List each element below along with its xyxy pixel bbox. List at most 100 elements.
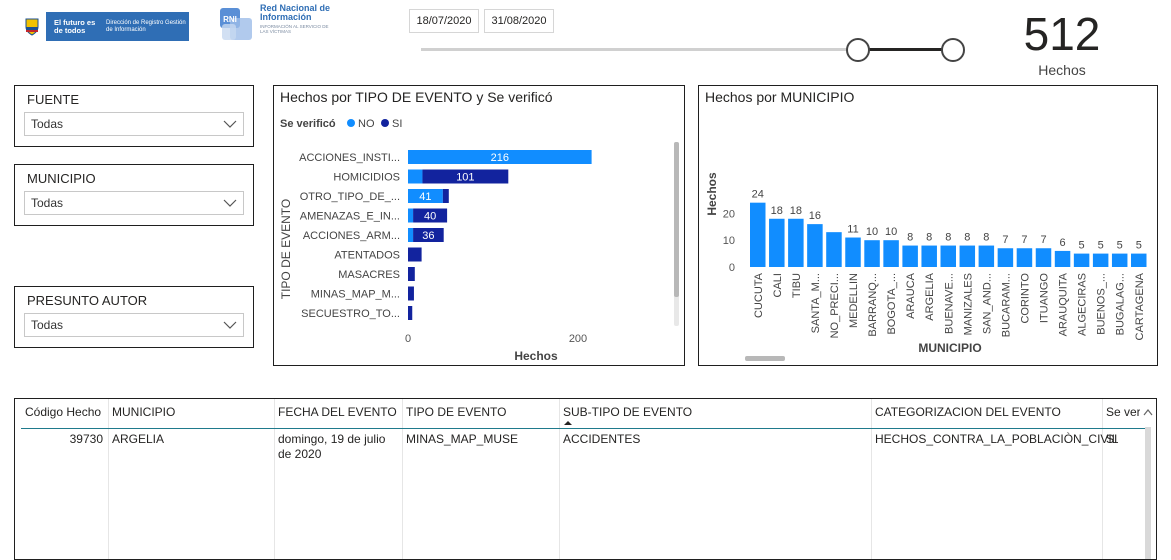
- gov-logo: El futuro es de todos Dirección de Regis…: [18, 12, 189, 41]
- category-label: CALI: [772, 273, 784, 297]
- bar: [921, 245, 937, 267]
- data-label: 24: [752, 189, 764, 201]
- category-label: MINAS_MAP_M...: [311, 289, 400, 301]
- chart-tipo-evento: Hechos por TIPO DE EVENTO y Se verificó …: [279, 89, 679, 363]
- table-scrollbar[interactable]: [1145, 427, 1151, 559]
- data-label: 101: [456, 172, 474, 184]
- bar: [902, 245, 918, 267]
- category-label: ARGELIA: [924, 272, 936, 320]
- legend-si-label: SI: [392, 118, 402, 130]
- column-header-subtipo[interactable]: SUB-TIPO DE EVENTO: [563, 405, 692, 419]
- dropdown-value: Todas: [31, 318, 64, 332]
- fuente-dropdown[interactable]: Todas: [24, 112, 244, 136]
- slicer-title: MUNICIPIO: [27, 171, 96, 186]
- data-label: 16: [809, 210, 821, 222]
- chart-municipio-panel: Hechos por MUNICIPIO 0 10 20 24 18 18 16 11 10 1…: [698, 85, 1158, 366]
- table-row[interactable]: 39730 ARGELIA domingo, 19 de julio de 20…: [15, 429, 1145, 469]
- date-slider-start-handle[interactable]: [846, 38, 870, 62]
- date-slider-range: [858, 48, 954, 51]
- date-slider-end-handle[interactable]: [941, 38, 965, 62]
- data-label: 7: [1040, 234, 1046, 246]
- cell-municipio: ARGELIA: [112, 432, 165, 446]
- presunto-autor-dropdown[interactable]: Todas: [24, 313, 244, 337]
- category-label: AMENAZAS_E_IN...: [300, 211, 400, 223]
- category-label: SECUESTRO_TO...: [301, 308, 400, 320]
- column-header-categorizacion[interactable]: CATEGORIZACION DEL EVENTO: [875, 405, 1061, 419]
- data-label: 8: [926, 232, 932, 244]
- category-label: BUENAVE...: [943, 273, 955, 334]
- category-label: OTRO_TIPO_DE_...: [300, 191, 400, 203]
- column-header-municipio[interactable]: MUNICIPIO: [112, 405, 175, 419]
- slicer-title: PRESUNTO AUTOR: [27, 293, 148, 308]
- rni-badge-text: RNI: [223, 15, 237, 24]
- chevron-down-icon: [223, 321, 237, 329]
- bar-no: [408, 169, 423, 184]
- category-label: MEDELLIN: [848, 273, 860, 328]
- dropdown-value: Todas: [31, 196, 64, 210]
- bar-si: [442, 189, 449, 203]
- bar: [1092, 253, 1109, 267]
- bar: [997, 248, 1014, 267]
- coat-of-arms-icon: [18, 12, 46, 41]
- category-label: MASACRES: [338, 269, 400, 281]
- data-label: 40: [424, 211, 436, 223]
- x-axis-title: MUNICIPIO: [918, 341, 981, 355]
- y-tick-label: 10: [723, 235, 735, 247]
- bar: [940, 245, 956, 267]
- category-label: CARTAGENA: [1134, 272, 1146, 340]
- date-to-input[interactable]: 31/08/2020: [484, 9, 554, 33]
- data-label: 8: [907, 232, 913, 244]
- bar-si: [408, 247, 422, 262]
- bar: [1016, 248, 1033, 267]
- rni-logo: RNI Red Nacional de Información INFORMAC…: [218, 4, 333, 44]
- scroll-up-icon[interactable]: [1143, 408, 1153, 416]
- chart-municipio: Hechos por MUNICIPIO 0 10 20 24 18 18 16 11 10 1…: [705, 89, 1147, 361]
- bar: [978, 245, 995, 267]
- column-header-codigo[interactable]: Código Hecho: [25, 405, 101, 419]
- category-label: SANTA_M...: [810, 273, 822, 333]
- data-label: 5: [1136, 240, 1142, 252]
- dropdown-value: Todas: [31, 117, 64, 131]
- data-label: 5: [1079, 240, 1085, 252]
- legend-si-marker: [381, 119, 389, 127]
- bar: [750, 202, 766, 267]
- x-tick-label: 200: [569, 333, 587, 345]
- slicer-title: FUENTE: [27, 92, 79, 107]
- scrollbar-thumb[interactable]: [674, 142, 679, 297]
- data-label: 5: [1098, 240, 1104, 252]
- slicer-presunto-autor: PRESUNTO AUTOR Todas: [14, 286, 254, 348]
- chart-title: Hechos por MUNICIPIO: [705, 89, 854, 105]
- cell-subtipo: ACCIDENTES: [563, 432, 641, 446]
- x-axis-title: Hechos: [514, 349, 558, 363]
- municipio-dropdown[interactable]: Todas: [24, 191, 244, 215]
- data-label: 11: [847, 224, 858, 236]
- bar: [864, 240, 880, 267]
- horizontal-scrollbar[interactable]: [745, 356, 785, 361]
- data-label: 41: [419, 191, 431, 203]
- bar: [788, 218, 804, 267]
- data-label: 8: [945, 232, 951, 244]
- data-label: 10: [885, 226, 897, 238]
- column-header-fecha[interactable]: FECHA DEL EVENTO: [278, 405, 397, 419]
- bar: [845, 237, 861, 267]
- category-label: ACCIONES_ARM...: [303, 230, 400, 242]
- column-header-tipo[interactable]: TIPO DE EVENTO: [406, 405, 506, 419]
- category-label: ALGECIRAS: [1077, 273, 1089, 336]
- y-axis-title: TIPO DE EVENTO: [279, 199, 293, 299]
- data-label: 18: [771, 205, 783, 217]
- sort-ascending-icon: [564, 421, 572, 425]
- column-header-se-verifico[interactable]: Se verifi: [1106, 405, 1140, 419]
- slicer-fuente: FUENTE Todas: [14, 85, 254, 147]
- category-label: ACCIONES_INSTI...: [299, 152, 400, 164]
- category-label: BOGOTA_...: [886, 273, 898, 335]
- data-label: 10: [866, 226, 878, 238]
- bar: [1035, 248, 1052, 267]
- bar: [826, 232, 842, 267]
- date-from-input[interactable]: 18/07/2020: [409, 9, 479, 33]
- gov-logo-line1: El futuro es de todos: [54, 17, 96, 35]
- category-label: BUGALAG...: [1115, 273, 1127, 335]
- slicer-municipio: MUNICIPIO Todas: [14, 164, 254, 226]
- y-axis-title: Hechos: [705, 172, 719, 216]
- legend-title: Se verificó: [280, 118, 336, 130]
- cell-codigo: 39730: [69, 432, 103, 446]
